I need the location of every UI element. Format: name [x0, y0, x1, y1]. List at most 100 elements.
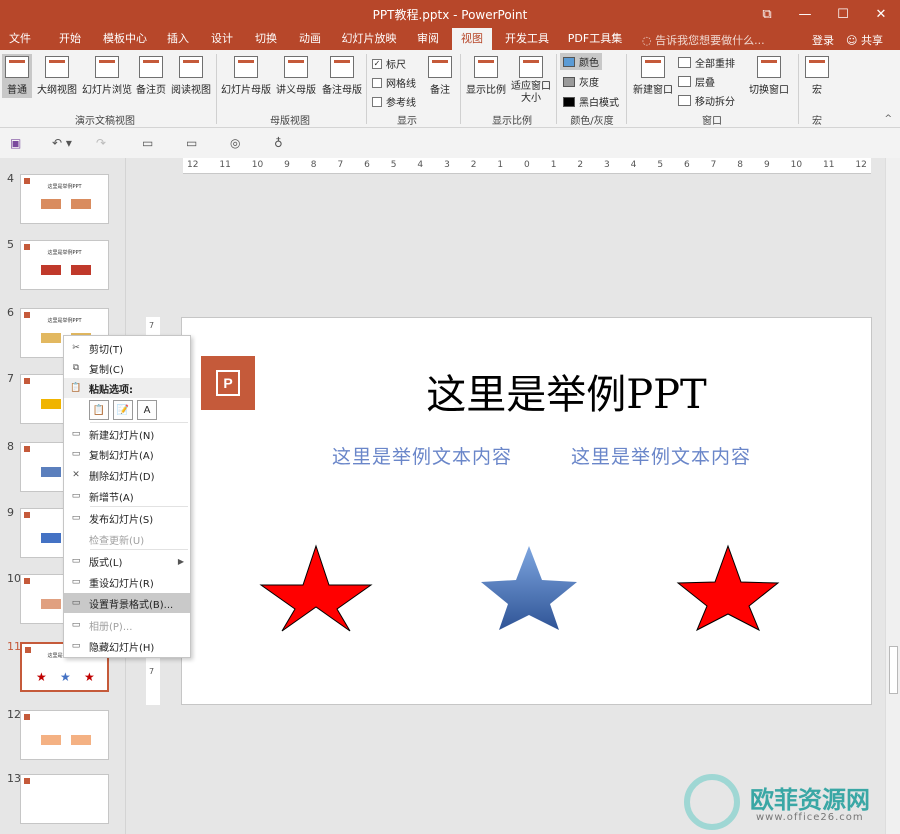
thumbnail-shape — [41, 735, 61, 745]
checkbox-icon — [372, 96, 382, 107]
tab-6[interactable]: 动画 — [292, 28, 328, 50]
share-button[interactable]: ☺ 共享 — [846, 32, 883, 48]
scrollbar-thumb[interactable] — [889, 646, 898, 694]
minimize-button[interactable]: — — [786, 0, 824, 28]
ruler-tick-label: 7 — [710, 160, 717, 170]
separator — [366, 54, 367, 124]
context-menu-item-1[interactable]: ⧉ 复制(C) — [64, 358, 190, 378]
thumbnail-number: 10 — [7, 572, 21, 585]
ruler-tick-label: 5 — [390, 160, 397, 170]
close-button[interactable]: ✕ — [862, 0, 900, 28]
context-menu-item-4[interactable]: ▭ 复制幻灯片(A) — [64, 444, 190, 464]
menu-item-label: 版式(L) — [89, 557, 123, 569]
screen-record-icon[interactable]: ◎ — [230, 136, 240, 150]
paste-destination-theme-icon[interactable]: 📋 — [89, 400, 109, 420]
handout-master-button[interactable]: 讲义母版 — [274, 54, 318, 96]
menu-item-icon: ✂ — [72, 343, 80, 353]
context-menu-item-6[interactable]: ▭ 新增节(A) — [64, 486, 190, 506]
tab-10[interactable]: 开发工具 — [498, 28, 556, 50]
group-label-color: 颜色/灰度 — [570, 116, 614, 127]
star-blue-center[interactable] — [481, 546, 577, 630]
new-window-button[interactable]: 新建窗口 — [630, 54, 676, 96]
switch-window-button[interactable]: 切换窗口 — [746, 54, 792, 96]
tab-8[interactable]: 审阅 — [410, 28, 446, 50]
cascade-icon — [678, 76, 691, 87]
tab-2[interactable]: 模板中心 — [96, 28, 154, 50]
maximize-button[interactable]: ☐ — [824, 0, 862, 28]
context-menu-item-11[interactable]: ▭ 设置背景格式(B)... — [64, 593, 190, 613]
context-menu-item-0[interactable]: ✂ 剪切(T) — [64, 338, 190, 358]
outline-view-button[interactable]: 大纲视图 — [36, 54, 78, 96]
thumbnail-shape — [41, 467, 61, 477]
menu-item-label: 相册(P)... — [89, 621, 133, 633]
save-icon[interactable]: ▣ — [10, 136, 21, 150]
tab-5[interactable]: 切换 — [248, 28, 284, 50]
undo-icon[interactable]: ↶ ▾ — [52, 136, 72, 150]
context-menu-item-8[interactable]: 检查更新(U) — [64, 529, 190, 549]
cascade-button[interactable]: 层叠 — [678, 74, 715, 89]
tab-4[interactable]: 设计 — [204, 28, 240, 50]
arrange-all-icon — [678, 57, 691, 68]
ruler-tick-label: 2 — [470, 160, 477, 170]
slide-sorter-button[interactable]: 幻灯片浏览 — [82, 54, 132, 96]
start-from-beginning-icon[interactable]: ▭ — [142, 136, 153, 150]
context-menu-item-5[interactable]: ✕ 删除幻灯片(D) — [64, 465, 190, 485]
from-current-slide-icon[interactable]: ▭ — [186, 136, 197, 150]
move-split-button[interactable]: 移动拆分 — [678, 93, 735, 108]
context-menu-item-12[interactable]: ▭ 相册(P)... — [64, 615, 190, 635]
star-red-right[interactable] — [676, 544, 780, 632]
guides-checkbox[interactable]: 参考线 — [372, 94, 416, 109]
grayscale-button[interactable]: 灰度 — [560, 73, 602, 90]
star-red-left[interactable] — [259, 544, 373, 632]
horizontal-ruler: 12 11 10 9 8 7 6 5 4 3 2 1 0 1 2 3 4 5 6 7 8 9 10 11 12 — [183, 158, 871, 174]
tab-7[interactable]: 幻灯片放映 — [336, 28, 402, 50]
menu-item-label: 复制(C) — [89, 364, 124, 376]
slide-thumbnail[interactable] — [20, 774, 109, 824]
context-menu-item-3[interactable]: ▭ 新建幻灯片(N) — [64, 424, 190, 444]
login-link[interactable]: 登录 — [812, 32, 834, 48]
slide-canvas[interactable]: P 这里是举例PPT 这里是举例文本内容 这里是举例文本内容 — [181, 317, 872, 705]
normal-view-button[interactable]: 普通 — [2, 54, 32, 98]
ribbon-display-options-icon[interactable]: ⧉ — [748, 0, 786, 28]
notes-button[interactable]: 备注 — [424, 54, 456, 96]
arrange-all-button[interactable]: 全部重排 — [678, 55, 735, 70]
context-menu-item-10[interactable]: ▭ 重设幻灯片(R) — [64, 572, 190, 592]
thumbnail-number: 4 — [7, 172, 14, 185]
vertical-scrollbar[interactable] — [885, 158, 900, 834]
thumbnail-star-icon: ★ — [84, 670, 95, 684]
tab-11[interactable]: PDF工具集 — [562, 28, 628, 50]
slide-thumbnail[interactable]: 这里是举例PPT — [20, 240, 109, 290]
redo-icon[interactable]: ↷ — [96, 136, 106, 150]
menu-separator — [90, 422, 188, 423]
menu-item-icon: ▭ — [71, 429, 81, 439]
tab-9[interactable]: 视图 — [452, 28, 492, 50]
menu-item-label: 发布幻灯片(S) — [89, 514, 154, 526]
collapse-ribbon-icon[interactable]: ^ — [884, 114, 892, 124]
slide-thumbnail[interactable] — [20, 710, 109, 760]
tab-3[interactable]: 插入 — [160, 28, 196, 50]
paste-keep-formatting-icon[interactable]: 📝 — [113, 400, 133, 420]
reading-view-button[interactable]: 阅读视图 — [170, 54, 212, 96]
ruler-tick-label: 8 — [737, 160, 744, 170]
gridlines-checkbox[interactable]: 网格线 — [372, 75, 416, 90]
tab-0[interactable]: 文件 — [0, 28, 40, 50]
context-menu-item-7[interactable]: ▭ 发布幻灯片(S) — [64, 508, 190, 528]
presenter-icon[interactable]: ♁ — [274, 136, 283, 150]
ruler-checkbox[interactable]: ✓ 标尺 — [372, 56, 406, 71]
tell-me-box[interactable]: ◌ 告诉我您想要做什么... — [642, 32, 765, 48]
context-menu-item-9[interactable]: ▭ 版式(L) ▶ — [64, 551, 190, 571]
slide-thumbnail[interactable]: 这里是举例PPT — [20, 174, 109, 224]
thumbnail-logo-icon — [24, 578, 30, 584]
tab-1[interactable]: 开始 — [50, 28, 90, 50]
paste-text-only-icon[interactable]: A — [137, 400, 157, 420]
notes-master-button[interactable]: 备注母版 — [320, 54, 364, 96]
slide-master-button[interactable]: 幻灯片母版 — [220, 54, 272, 96]
color-button[interactable]: 颜色 — [560, 53, 602, 70]
zoom-button[interactable]: 显示比例 — [464, 54, 508, 96]
macros-button[interactable]: 宏 — [802, 54, 832, 96]
black-white-button[interactable]: 黑白模式 — [560, 93, 622, 110]
fit-to-window-button[interactable]: 适应窗口大小 — [510, 54, 552, 105]
notes-page-button[interactable]: 备注页 — [134, 54, 168, 96]
context-menu: ✂ 剪切(T) ⧉ 复制(C) 📋 粘贴选项: ▭ 新建幻灯片(N) ▭ 复制幻灯片(A) ✕ 删除幻… — [63, 335, 191, 658]
context-menu-item-13[interactable]: ▭ 隐藏幻灯片(H) — [64, 636, 190, 656]
